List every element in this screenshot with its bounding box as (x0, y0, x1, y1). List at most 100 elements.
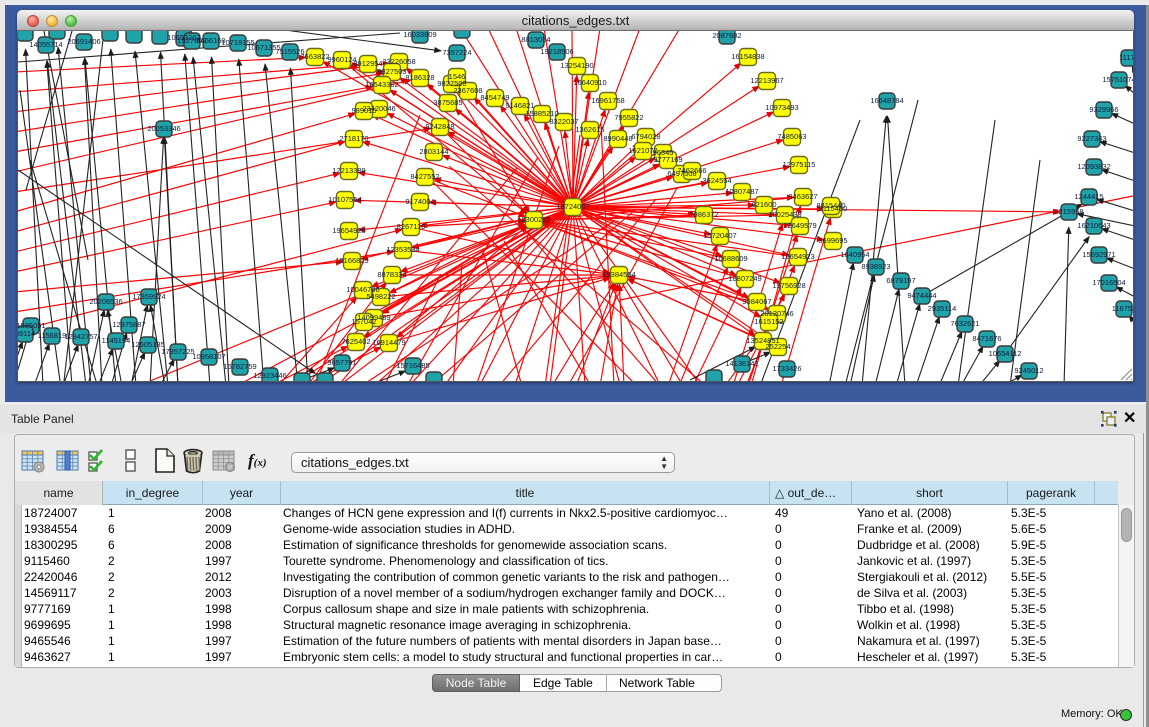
svg-text:9084067: 9084067 (742, 297, 771, 306)
svg-text:7625402: 7625402 (341, 337, 370, 346)
svg-text:9699695: 9699695 (818, 236, 847, 245)
svg-text:12353534: 12353534 (386, 245, 419, 254)
svg-text:157042: 157042 (351, 317, 376, 326)
svg-text:7663822: 7663822 (300, 52, 329, 61)
svg-text:10958107: 10958107 (192, 352, 225, 361)
svg-text:13254190: 13254190 (560, 61, 593, 70)
svg-text:20053346: 20053346 (147, 124, 180, 133)
svg-text:9245012: 9245012 (1014, 366, 1043, 375)
svg-text:116753: 116753 (1112, 304, 1133, 313)
svg-text:7632621: 7632621 (950, 319, 979, 328)
svg-text:20206536: 20206536 (89, 297, 122, 306)
svg-text:2367608: 2367608 (453, 86, 482, 95)
svg-text:14055714: 14055714 (29, 40, 62, 49)
svg-text:12923446: 12923446 (253, 371, 286, 380)
svg-text:1615152: 1615152 (754, 317, 783, 326)
svg-text:19756928: 19756928 (772, 281, 805, 290)
svg-text:16648784: 16648784 (870, 96, 903, 105)
svg-text:18807249: 18807249 (728, 274, 761, 283)
svg-text:19654923: 19654923 (781, 252, 814, 261)
svg-text:7462666: 7462666 (677, 166, 706, 175)
svg-text:3875685: 3875685 (433, 98, 462, 107)
svg-text:252254: 252254 (765, 342, 790, 351)
svg-text:9827503: 9827503 (377, 67, 406, 76)
svg-text:10025433: 10025433 (768, 210, 801, 219)
svg-text:12975887: 12975887 (112, 320, 145, 329)
svg-text:19166829: 19166829 (335, 256, 368, 265)
svg-text:12649579: 12649579 (783, 221, 816, 230)
svg-text:2803144: 2803144 (419, 147, 448, 156)
svg-text:18300295: 18300295 (517, 215, 550, 224)
svg-text:9960124: 9960124 (327, 55, 356, 64)
svg-text:20691406: 20691406 (67, 37, 100, 46)
svg-text:2935114: 2935114 (928, 304, 957, 313)
svg-text:1733426: 1733426 (772, 364, 801, 373)
svg-text:12093832: 12093832 (1077, 162, 1110, 171)
svg-text:621600: 621600 (751, 200, 776, 209)
svg-text:8878334: 8878334 (377, 270, 406, 279)
svg-text:16914479: 16914479 (372, 338, 405, 347)
svg-text:16543362: 16543362 (365, 80, 398, 89)
svg-text:1640954: 1640954 (840, 250, 869, 259)
svg-text:8938923: 8938923 (861, 262, 890, 271)
svg-text:12975115: 12975115 (783, 160, 816, 169)
svg-text:15751074: 15751074 (1102, 75, 1133, 84)
svg-text:989015: 989015 (351, 106, 376, 115)
svg-text:15720407: 15720407 (703, 231, 736, 240)
svg-text:8815440: 8815440 (816, 201, 845, 210)
svg-text:5498222: 5498222 (366, 292, 395, 301)
svg-text:7955822: 7955822 (614, 113, 643, 122)
svg-text:19654928: 19654928 (332, 226, 365, 235)
svg-text:8215958: 8215958 (1054, 207, 1083, 216)
svg-text:19384554: 19384554 (602, 270, 635, 279)
svg-text:10107554: 10107554 (328, 195, 361, 204)
svg-text:10688609: 10688609 (714, 254, 747, 263)
svg-text:6879197: 6879197 (886, 276, 915, 285)
svg-text:8990448: 8990448 (603, 134, 632, 143)
svg-text:12213967: 12213967 (750, 76, 783, 85)
svg-text:8267110: 8267110 (397, 222, 426, 231)
svg-text:17359924: 17359924 (132, 292, 165, 301)
svg-text:8186328: 8186328 (405, 73, 434, 82)
svg-text:1156819: 1156819 (38, 331, 67, 340)
svg-text:15692971: 15692971 (1082, 250, 1115, 259)
svg-text:12942757: 12942757 (64, 332, 97, 341)
svg-text:12505135: 12505135 (131, 340, 164, 349)
svg-text:16961758: 16961758 (591, 96, 624, 105)
svg-text:11172: 11172 (1119, 53, 1133, 62)
svg-text:9329966: 9329966 (1089, 105, 1118, 114)
svg-text:18724007: 18724007 (556, 202, 589, 211)
svg-text:12213389: 12213389 (332, 166, 365, 175)
svg-text:9227343: 9227343 (1077, 134, 1106, 143)
svg-text:9777169: 9777169 (653, 155, 682, 164)
svg-text:1362615: 1362615 (575, 125, 604, 134)
svg-text:15716485: 15716485 (396, 361, 429, 370)
svg-text:9657791: 9657791 (327, 358, 356, 367)
svg-text:16210643: 16210643 (1077, 221, 1110, 230)
svg-text:8471676: 8471676 (972, 334, 1001, 343)
svg-text:39114: 39114 (18, 329, 35, 338)
svg-text:10807487: 10807487 (725, 187, 758, 196)
svg-text:7485063: 7485063 (777, 132, 806, 141)
svg-text:10973493: 10973493 (765, 103, 798, 112)
svg-text:16782759: 16782759 (223, 362, 256, 371)
svg-text:1145194: 1145194 (102, 336, 131, 345)
svg-text:1244415: 1244415 (1074, 192, 1103, 201)
svg-text:8427552: 8427552 (410, 172, 439, 181)
svg-text:7986372: 7986372 (689, 210, 718, 219)
svg-text:23226058: 23226058 (382, 57, 415, 66)
svg-text:1546: 1546 (449, 72, 466, 81)
svg-text:16640910: 16640910 (573, 78, 606, 87)
svg-text:3624554: 3624554 (702, 176, 731, 185)
svg-text:8322037: 8322037 (549, 117, 578, 126)
svg-text:9242848: 9242848 (425, 122, 454, 131)
svg-text:6794028: 6794028 (631, 132, 660, 141)
svg-text:16033809: 16033809 (403, 31, 436, 39)
svg-text:14136141: 14136141 (725, 359, 758, 368)
svg-text:9174004: 9174004 (405, 197, 434, 206)
svg-text:9463627: 9463627 (788, 192, 817, 201)
svg-text:17016504: 17016504 (1092, 278, 1125, 287)
svg-text:17957225: 17957225 (161, 347, 194, 356)
svg-text:8813054: 8813054 (521, 35, 550, 44)
svg-text:2087682: 2087682 (712, 31, 741, 40)
